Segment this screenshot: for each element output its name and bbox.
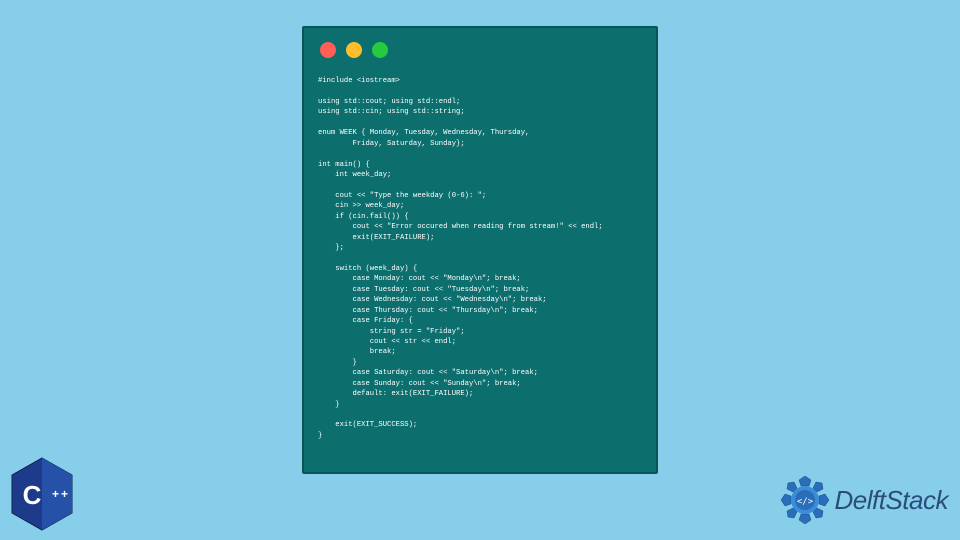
close-icon[interactable]: [320, 42, 336, 58]
code-content: #include <iostream> using std::cout; usi…: [318, 76, 642, 441]
maximize-icon[interactable]: [372, 42, 388, 58]
delftstack-logo: </> DelftStack: [779, 474, 949, 526]
delftstack-label: DelftStack: [835, 485, 949, 516]
svg-text:</>: </>: [796, 497, 813, 507]
svg-text:+: +: [61, 487, 68, 501]
minimize-icon[interactable]: [346, 42, 362, 58]
cpp-logo-icon: C + +: [8, 456, 76, 532]
svg-text:+: +: [52, 487, 59, 501]
code-window: #include <iostream> using std::cout; usi…: [302, 26, 658, 474]
window-controls: [320, 42, 642, 58]
gear-icon: </>: [779, 474, 831, 526]
svg-text:C: C: [23, 480, 42, 510]
